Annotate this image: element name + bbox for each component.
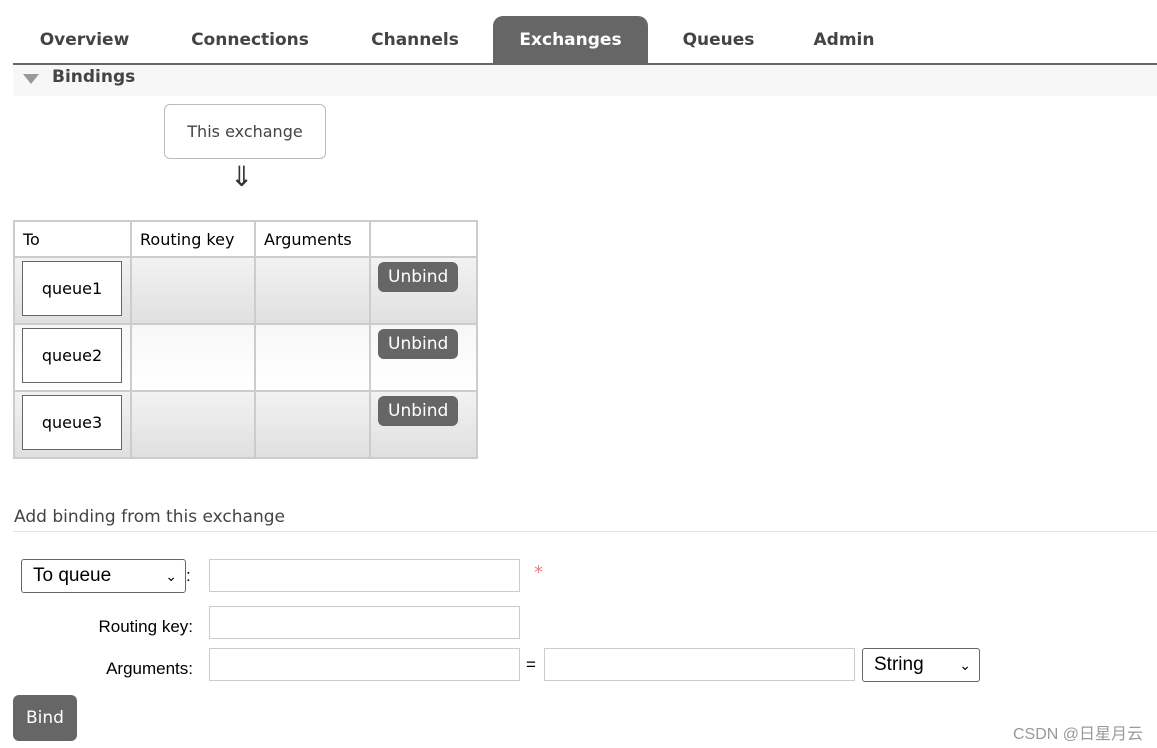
add-binding-title: Add binding from this exchange bbox=[14, 507, 285, 527]
unbind-button[interactable]: Unbind bbox=[378, 396, 459, 426]
destination-type-value: To queue bbox=[33, 565, 112, 586]
arguments-cell bbox=[254, 323, 371, 392]
queue-link[interactable]: queue2 bbox=[22, 328, 122, 383]
table-row: queue1 Unbind bbox=[13, 256, 478, 325]
routing-key-input[interactable] bbox=[209, 606, 520, 639]
chevron-down-icon: ⌄ bbox=[165, 568, 177, 584]
unbind-button[interactable]: Unbind bbox=[378, 262, 459, 292]
tab-channels[interactable]: Channels bbox=[350, 16, 480, 63]
unbind-button[interactable]: Unbind bbox=[378, 329, 459, 359]
bindings-table: To Routing key Arguments queue1 Unbind q… bbox=[13, 220, 478, 459]
this-exchange-box: This exchange bbox=[164, 104, 326, 159]
tab-queues[interactable]: Queues bbox=[668, 16, 769, 63]
argument-type-select[interactable]: String ⌄ bbox=[862, 648, 980, 682]
watermark: CSDN @日星月云 bbox=[1012, 726, 1143, 743]
bindings-section-header[interactable] bbox=[13, 65, 1157, 96]
argument-value-input[interactable] bbox=[544, 648, 855, 681]
arguments-cell bbox=[254, 390, 371, 459]
queue-link[interactable]: queue1 bbox=[22, 261, 122, 316]
chevron-down-icon: ⌄ bbox=[959, 657, 971, 673]
divider bbox=[13, 531, 1157, 532]
equals-sign: = bbox=[526, 655, 536, 674]
column-actions bbox=[369, 220, 478, 258]
column-routing-key: Routing key bbox=[130, 220, 256, 258]
tab-overview[interactable]: Overview bbox=[13, 16, 156, 63]
routing-key-cell bbox=[130, 256, 256, 325]
table-row: queue3 Unbind bbox=[13, 390, 478, 459]
arguments-label: Arguments: bbox=[106, 659, 193, 678]
argument-key-input[interactable] bbox=[209, 648, 520, 681]
bind-button[interactable]: Bind bbox=[13, 695, 77, 741]
routing-key-cell bbox=[130, 323, 256, 392]
bindings-title[interactable]: Bindings bbox=[52, 67, 135, 87]
routing-key-cell bbox=[130, 390, 256, 459]
tab-exchanges[interactable]: Exchanges bbox=[493, 16, 648, 63]
argument-type-value: String bbox=[874, 654, 924, 675]
table-row: queue2 Unbind bbox=[13, 323, 478, 392]
table-header: To Routing key Arguments bbox=[13, 220, 478, 258]
tab-admin[interactable]: Admin bbox=[795, 16, 893, 63]
tab-connections[interactable]: Connections bbox=[170, 16, 330, 63]
down-arrow-icon: ⇓ bbox=[230, 160, 254, 193]
queue-link[interactable]: queue3 bbox=[22, 395, 122, 450]
column-to: To bbox=[13, 220, 132, 258]
colon-label: : bbox=[186, 566, 191, 585]
routing-key-label: Routing key: bbox=[98, 617, 194, 636]
collapse-triangle-icon[interactable] bbox=[23, 74, 39, 84]
arguments-cell bbox=[254, 256, 371, 325]
required-mark: * bbox=[534, 562, 543, 583]
destination-type-select[interactable]: To queue ⌄ bbox=[21, 559, 186, 593]
column-arguments: Arguments bbox=[254, 220, 371, 258]
destination-input[interactable] bbox=[209, 559, 520, 592]
